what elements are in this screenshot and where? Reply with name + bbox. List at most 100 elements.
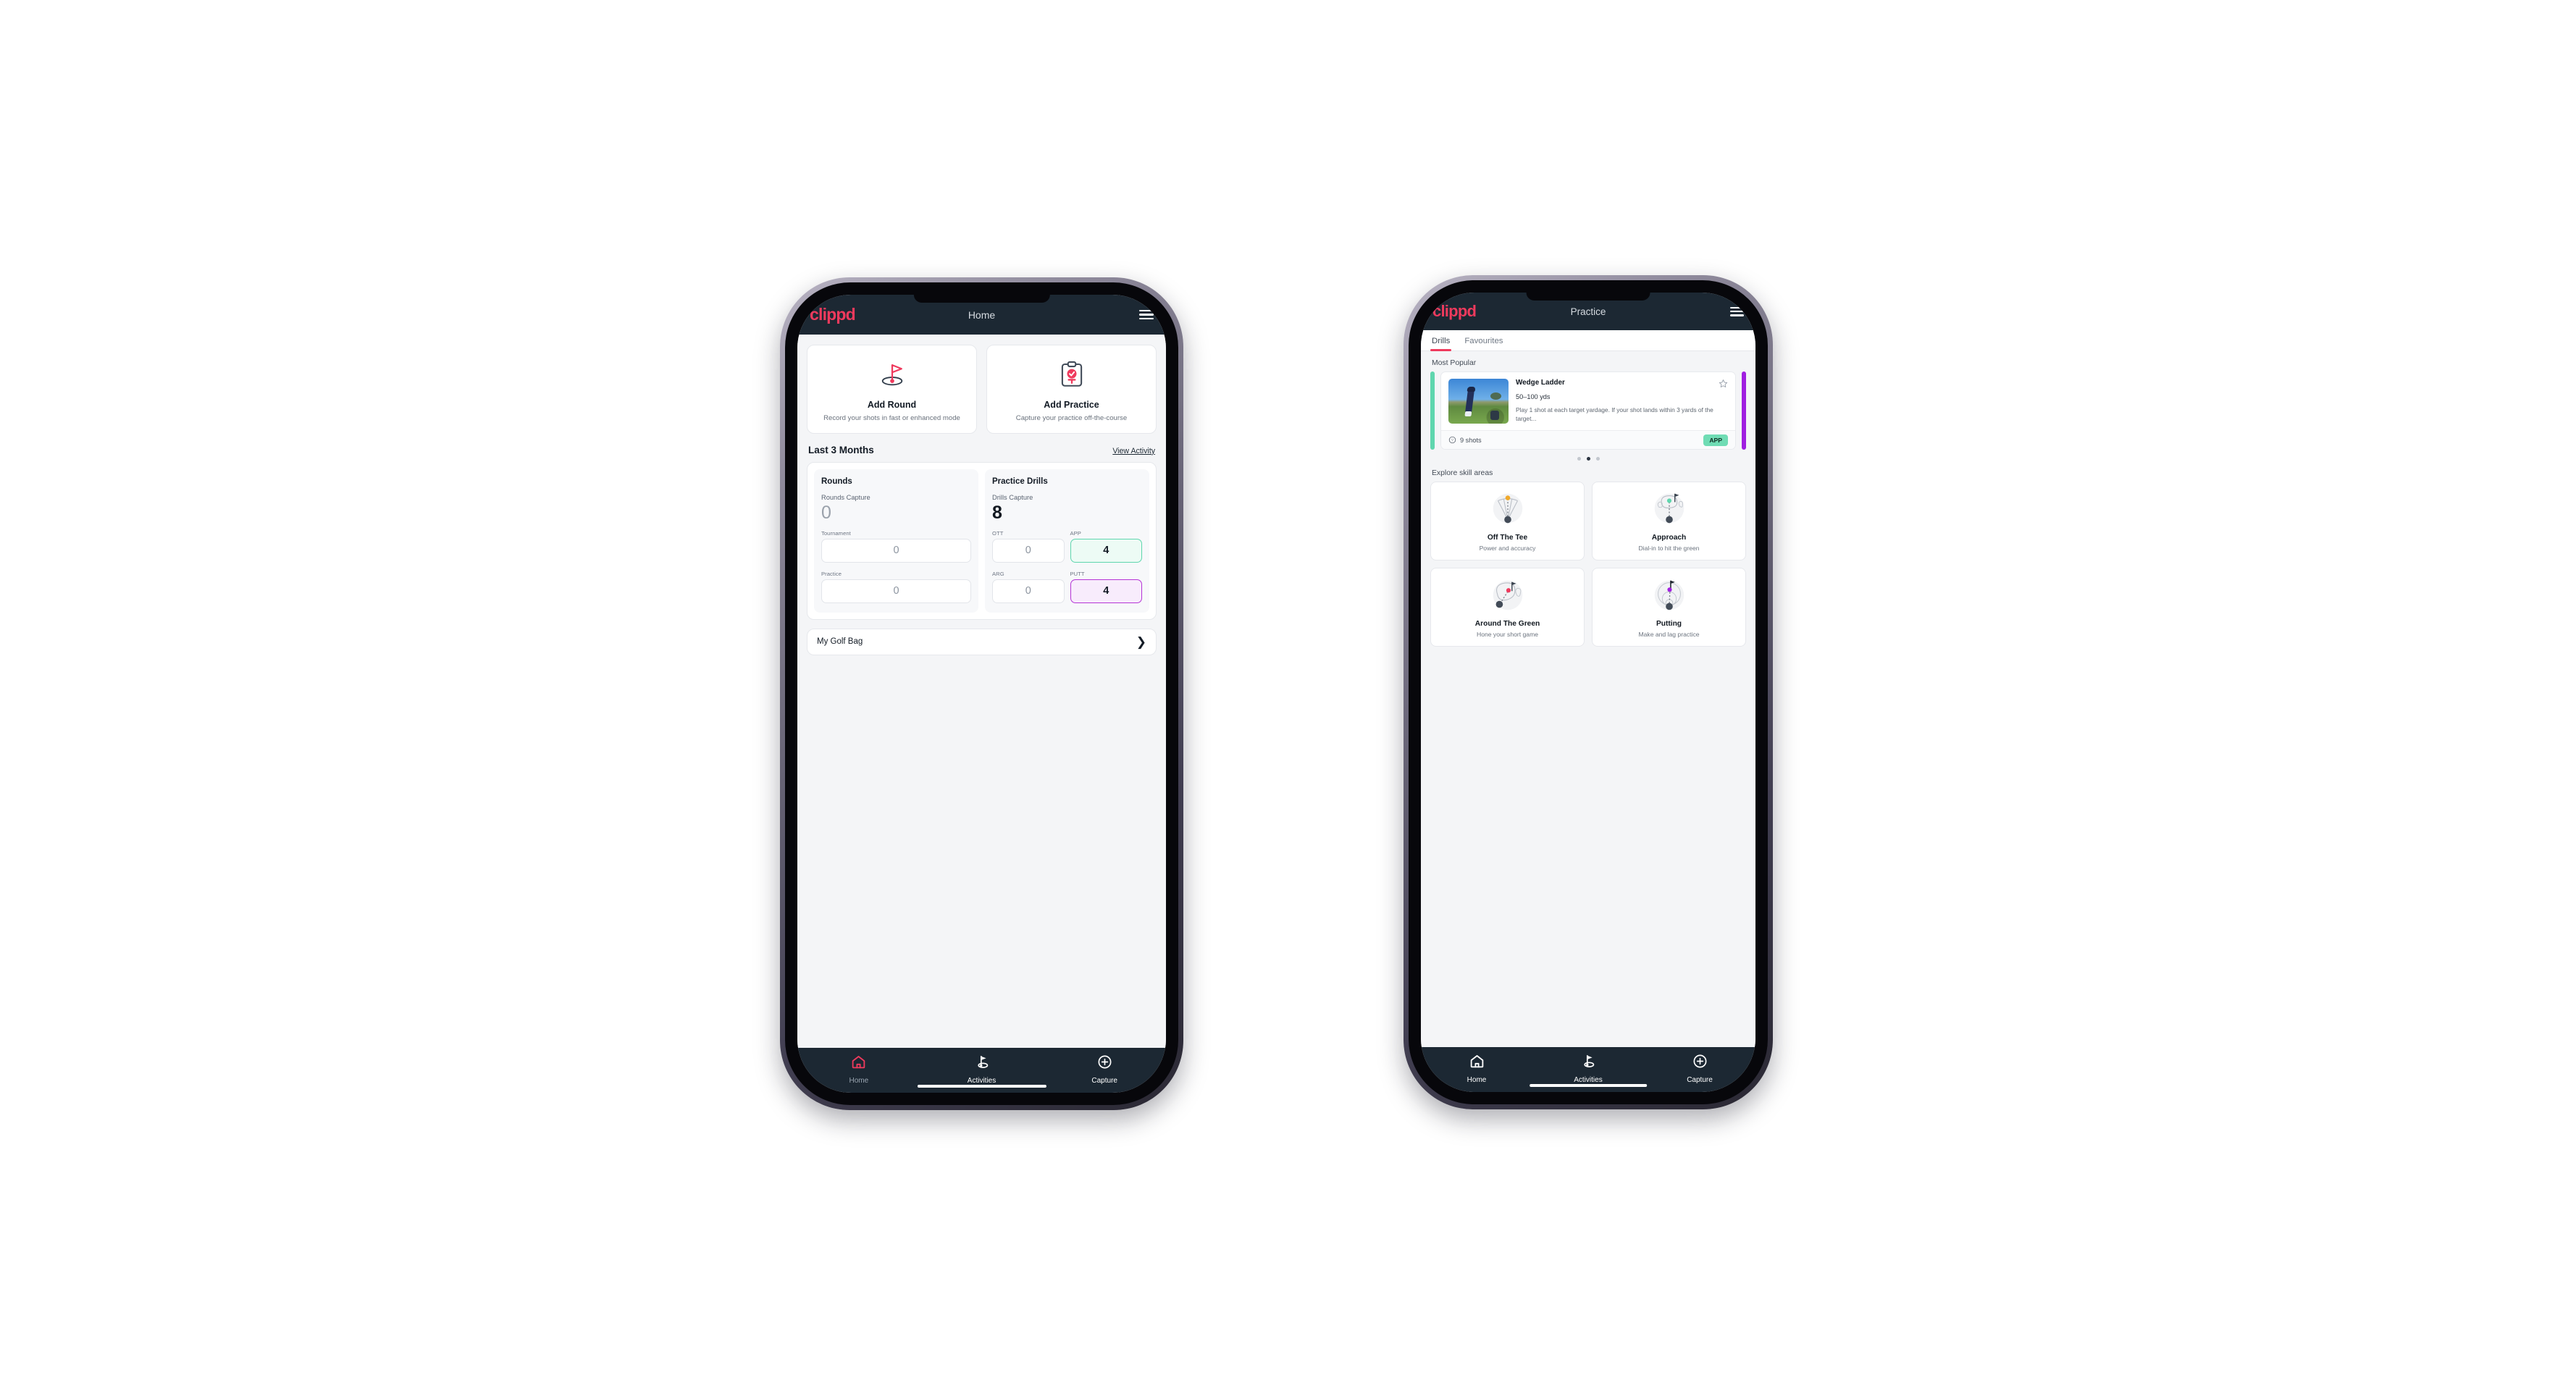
- add-round-card[interactable]: Add Round Record your shots in fast or e…: [807, 345, 977, 434]
- carousel-dot-3[interactable]: [1595, 457, 1600, 461]
- skill-sub-putting: Make and lag practice: [1638, 631, 1700, 638]
- drills-app-label: APP: [1070, 529, 1081, 537]
- nav-home-label: Home: [849, 1077, 869, 1085]
- nav-capture-label: Capture: [1091, 1077, 1117, 1085]
- phone-bezel-home: clippd Home Add Round Record your shots …: [785, 282, 1178, 1105]
- rounds-tournament-value[interactable]: 0: [821, 538, 971, 563]
- drill-footer: 9 shots APP: [1441, 430, 1735, 449]
- screen-home: clippd Home Add Round Record your shots …: [797, 295, 1166, 1093]
- home-indicator-practice: [1530, 1083, 1647, 1087]
- home-icon: [851, 1054, 866, 1073]
- star-outline-icon[interactable]: [1719, 379, 1728, 392]
- carousel-dot-2[interactable]: [1586, 457, 1590, 461]
- plus-circle-icon-practice: [1692, 1054, 1708, 1072]
- chevron-right-icon: ❯: [1136, 634, 1146, 649]
- tab-favourites[interactable]: Favourites: [1457, 330, 1510, 350]
- drills-capture-label: Drills Capture: [992, 493, 1033, 501]
- tab-favourites-label: Favourites: [1464, 337, 1503, 345]
- skill-card-off-the-tee[interactable]: Off The Tee Power and accuracy: [1430, 482, 1585, 560]
- drill-yardage: 50–100 yds: [1516, 393, 1551, 400]
- my-golf-bag-label: My Golf Bag: [817, 637, 863, 647]
- skill-card-putting[interactable]: Putting Make and lag practice: [1592, 568, 1746, 647]
- drills-heading: Practice Drills: [992, 476, 1048, 486]
- my-golf-bag-row[interactable]: My Golf Bag ❯: [807, 628, 1157, 655]
- drills-ott-label: OTT: [992, 529, 1004, 537]
- golf-flag-icon: [974, 1054, 990, 1073]
- tab-drills[interactable]: Drills: [1430, 330, 1457, 351]
- rounds-heading: Rounds: [821, 476, 852, 486]
- plus-circle-icon: [1097, 1054, 1112, 1073]
- nav-home[interactable]: Home: [797, 1054, 920, 1085]
- drills-arg-block: ARG 0: [992, 571, 1065, 603]
- add-practice-card[interactable]: Add Practice Capture your practice off-t…: [986, 345, 1157, 434]
- golf-flag-icon-practice: [1580, 1054, 1596, 1072]
- tee-fan-icon: [1486, 489, 1530, 531]
- stats-card: Rounds Rounds Capture 0 Tournament 0 Pra…: [807, 461, 1157, 620]
- drill-card-wedge-ladder[interactable]: Wedge Ladder 50–100 yds Play 1 shot at e…: [1440, 371, 1736, 450]
- drills-app-block: APP 4: [1070, 529, 1142, 563]
- rounds-practice-value[interactable]: 0: [821, 579, 971, 603]
- rounds-capture-value: 0: [821, 502, 831, 523]
- skill-card-approach[interactable]: Approach Dial-in to hit the green: [1592, 482, 1746, 560]
- explore-skill-areas-label: Explore skill areas: [1432, 469, 1493, 477]
- nav-capture-practice[interactable]: Capture: [1644, 1054, 1755, 1084]
- practice-tabs: Drills Favourites: [1421, 330, 1755, 351]
- screenshot-canvas: clippd Home Add Round Record your shots …: [0, 0, 2576, 1386]
- tree-shape: [1490, 392, 1502, 400]
- nav-activities[interactable]: Activities: [920, 1054, 1044, 1085]
- drill-shots-label: 9 shots: [1460, 436, 1482, 444]
- nav-activities-practice[interactable]: Activities: [1532, 1054, 1644, 1084]
- skill-sub-off-the-tee: Power and accuracy: [1479, 545, 1536, 552]
- screen-practice: clippd Practice Drills Favourites Most P…: [1421, 293, 1755, 1092]
- page-title-home: Home: [968, 308, 996, 321]
- page-title-practice: Practice: [1570, 306, 1606, 317]
- hamburger-icon[interactable]: [1139, 309, 1154, 320]
- drill-shots: 9 shots: [1448, 436, 1482, 444]
- drills-arg-value[interactable]: 0: [992, 579, 1065, 603]
- phone-practice: clippd Practice Drills Favourites Most P…: [1404, 275, 1773, 1109]
- skill-name-putting: Putting: [1656, 620, 1682, 628]
- carousel-dot-1[interactable]: [1577, 457, 1581, 461]
- nav-activities-label-practice: Activities: [1574, 1076, 1603, 1084]
- view-activity-link[interactable]: View Activity: [1112, 447, 1155, 455]
- add-round-subtitle: Record your shots in fast or enhanced mo…: [823, 414, 960, 422]
- bottom-nav-home: Home Activities Capture: [797, 1048, 1166, 1093]
- drills-ott-value[interactable]: 0: [992, 538, 1065, 563]
- skill-card-around-the-green[interactable]: Around The Green Hone your short game: [1430, 568, 1585, 647]
- golf-ball-icon: [1448, 436, 1456, 444]
- phone-bezel-practice: clippd Practice Drills Favourites Most P…: [1409, 280, 1768, 1104]
- notch-home: [913, 295, 1050, 303]
- rounds-practice-block: Practice 0: [821, 571, 971, 603]
- ball-bag-shape: [1490, 411, 1499, 421]
- skill-name-around-the-green: Around The Green: [1474, 620, 1540, 628]
- nav-home-label-practice: Home: [1467, 1076, 1487, 1084]
- tab-drills-label: Drills: [1432, 337, 1451, 345]
- carousel-peek-left[interactable]: [1430, 371, 1435, 450]
- home-icon-practice: [1469, 1054, 1485, 1072]
- drills-capture-value: 8: [992, 502, 1002, 523]
- rounds-tournament-label: Tournament: [821, 529, 851, 537]
- nav-capture-label-practice: Capture: [1687, 1076, 1713, 1084]
- nav-capture[interactable]: Capture: [1043, 1054, 1166, 1085]
- carousel-peek-right[interactable]: [1742, 371, 1746, 450]
- drills-putt-value[interactable]: 4: [1070, 579, 1142, 603]
- drill-carousel: Wedge Ladder 50–100 yds Play 1 shot at e…: [1430, 371, 1746, 450]
- drills-app-value[interactable]: 4: [1070, 538, 1142, 563]
- add-practice-title: Add Practice: [1044, 400, 1099, 410]
- drill-head: Wedge Ladder: [1516, 379, 1728, 392]
- drill-card-body: Wedge Ladder 50–100 yds Play 1 shot at e…: [1441, 372, 1735, 430]
- most-popular-label: Most Popular: [1432, 359, 1477, 367]
- nav-home-practice[interactable]: Home: [1421, 1054, 1532, 1084]
- skill-sub-approach: Dial-in to hit the green: [1638, 545, 1700, 552]
- drills-panel: Practice Drills Drills Capture 8 OTT 0 A…: [985, 469, 1149, 613]
- skill-name-off-the-tee: Off The Tee: [1487, 534, 1528, 542]
- home-indicator: [917, 1084, 1046, 1088]
- bottom-nav-practice: Home Activities Capture: [1421, 1047, 1755, 1092]
- quick-actions-row: Add Round Record your shots in fast or e…: [807, 335, 1157, 434]
- rounds-panel: Rounds Rounds Capture 0 Tournament 0 Pra…: [814, 469, 978, 613]
- rounds-capture-label: Rounds Capture: [821, 493, 870, 501]
- chip-green-icon: [1486, 575, 1530, 617]
- hamburger-icon-practice[interactable]: [1730, 306, 1744, 316]
- skill-sub-around-the-green: Hone your short game: [1476, 631, 1539, 638]
- clipboard-check-tee-icon: [1057, 358, 1087, 391]
